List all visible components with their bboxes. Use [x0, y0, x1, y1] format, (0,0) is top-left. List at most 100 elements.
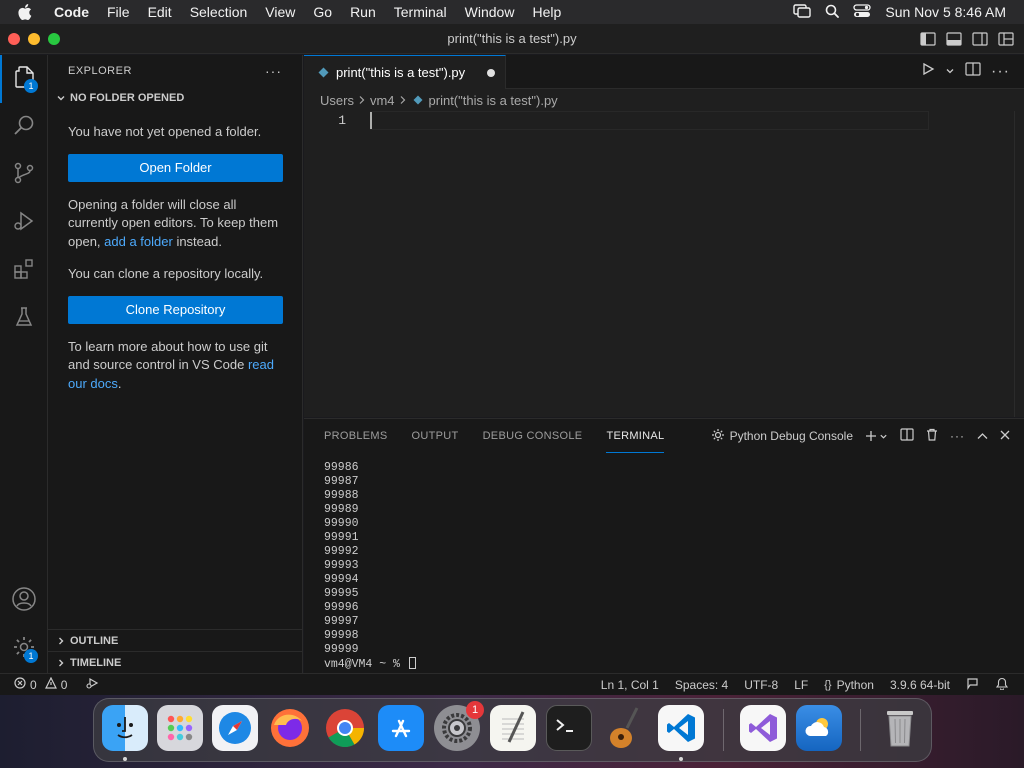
code-editor[interactable]: Users vm4 print("this is a test").py 1: [304, 89, 1024, 417]
indentation[interactable]: Spaces: 4: [675, 678, 728, 692]
launchpad-icon[interactable]: [157, 705, 203, 751]
control-center-icon[interactable]: [853, 3, 872, 21]
activity-source-control[interactable]: [0, 151, 48, 199]
run-options-chevron-icon[interactable]: [945, 63, 955, 81]
menu-edit[interactable]: Edit: [139, 4, 181, 20]
chrome-icon[interactable]: [322, 705, 368, 751]
tab-terminal[interactable]: TERMINAL: [606, 419, 665, 453]
timeline-title: TIMELINE: [70, 656, 122, 669]
no-folder-section-header[interactable]: NO FOLDER OPENED: [48, 87, 302, 109]
menu-terminal[interactable]: Terminal: [385, 4, 456, 20]
garageband-icon[interactable]: [602, 705, 648, 751]
terminal-app-icon[interactable]: [546, 705, 592, 751]
menu-go[interactable]: Go: [304, 4, 341, 20]
code-line[interactable]: 1: [304, 111, 929, 130]
warning-count: 0: [60, 677, 68, 692]
zoom-window-button[interactable]: [48, 32, 60, 45]
tab-problems[interactable]: PROBLEMS: [324, 419, 388, 453]
end-of-line[interactable]: LF: [794, 678, 808, 692]
more-actions-icon[interactable]: ···: [991, 63, 1010, 81]
cursor-position[interactable]: Ln 1, Col 1: [601, 678, 659, 692]
terminal-line: 99997: [324, 615, 359, 628]
file-encoding[interactable]: UTF-8: [744, 678, 778, 692]
close-window-button[interactable]: [8, 32, 20, 45]
error-count: 0: [30, 677, 37, 692]
more-actions-icon[interactable]: ···: [950, 429, 965, 443]
vscode-icon[interactable]: [658, 705, 704, 751]
breadcrumb-vm4[interactable]: vm4: [370, 93, 395, 108]
settings-update-badge: 1: [466, 701, 484, 719]
system-settings-icon[interactable]: 1: [434, 701, 484, 751]
minimize-window-button[interactable]: [28, 32, 40, 45]
outline-section-header[interactable]: OUTLINE: [48, 629, 303, 651]
tab-label: print("this is a test").py: [336, 65, 466, 80]
problems-status[interactable]: 0 0: [14, 676, 68, 692]
menu-window[interactable]: Window: [456, 4, 524, 20]
flask-icon: [12, 305, 36, 334]
toggle-panel-icon[interactable]: [946, 31, 962, 46]
python-interpreter[interactable]: 3.9.6 64-bit: [890, 678, 950, 692]
panel-tab-bar: PROBLEMS OUTPUT DEBUG CONSOLE TERMINAL P…: [304, 419, 1024, 453]
add-folder-link[interactable]: add a folder: [104, 234, 173, 249]
activity-testing[interactable]: [0, 295, 48, 343]
weather-icon[interactable]: [796, 705, 842, 751]
activity-run-debug[interactable]: [0, 199, 48, 247]
maximize-panel-icon[interactable]: [977, 429, 988, 443]
finder-icon[interactable]: [102, 705, 148, 751]
spotlight-search-icon[interactable]: [825, 4, 840, 21]
unsaved-dot-icon[interactable]: [487, 68, 495, 77]
menu-selection[interactable]: Selection: [181, 4, 257, 20]
debug-status-icon[interactable]: [85, 677, 99, 692]
toggle-primary-sidebar-icon[interactable]: [920, 31, 936, 46]
tab-debug-console[interactable]: DEBUG CONSOLE: [483, 419, 583, 453]
activity-extensions[interactable]: [0, 247, 48, 295]
terminal-output[interactable]: 99986 99987 99988 99989 99990 99991 99992 99993…: [324, 461, 416, 672]
safari-icon[interactable]: [212, 705, 258, 751]
activity-accounts[interactable]: [0, 577, 48, 625]
more-actions-icon[interactable]: ···: [265, 63, 282, 79]
terminal-prompt-line[interactable]: vm4@VM4 ~ %: [324, 657, 416, 672]
breadcrumb-file[interactable]: print("this is a test").py: [429, 93, 558, 108]
menu-help[interactable]: Help: [523, 4, 570, 20]
terminal-profile[interactable]: Python Debug Console: [711, 428, 853, 445]
activity-explorer[interactable]: 1: [0, 55, 48, 103]
apple-icon[interactable]: [0, 4, 50, 20]
trash-icon[interactable]: [926, 428, 938, 444]
editor-tab-active[interactable]: print("this is a test").py: [304, 55, 506, 89]
visual-studio-icon[interactable]: [740, 705, 786, 751]
clone-repository-button[interactable]: Clone Repository: [68, 295, 283, 324]
new-terminal-icon[interactable]: [865, 430, 888, 442]
split-editor-icon[interactable]: [965, 62, 981, 81]
outline-title: OUTLINE: [70, 634, 119, 647]
menubar-clock[interactable]: Sun Nov 5 8:46 AM: [885, 4, 1006, 20]
textedit-icon[interactable]: [490, 705, 536, 751]
menu-run[interactable]: Run: [341, 4, 385, 20]
tab-output[interactable]: OUTPUT: [412, 419, 459, 453]
menu-view[interactable]: View: [256, 4, 304, 20]
editor-vertical-scrollbar[interactable]: [1014, 111, 1024, 417]
timeline-section-header[interactable]: TIMELINE: [48, 651, 303, 673]
activity-search[interactable]: [0, 103, 48, 151]
breadcrumb-users[interactable]: Users: [320, 93, 354, 108]
terminal-line: 99990: [324, 517, 359, 530]
open-folder-button[interactable]: Open Folder: [68, 153, 283, 182]
customize-layout-icon[interactable]: [998, 31, 1014, 46]
app-store-icon[interactable]: [378, 705, 424, 751]
toggle-secondary-sidebar-icon[interactable]: [972, 31, 988, 46]
feedback-icon[interactable]: [966, 677, 980, 693]
language-mode[interactable]: {} Python: [824, 678, 874, 692]
menu-app-name[interactable]: Code: [50, 4, 98, 20]
activity-manage[interactable]: 1: [0, 625, 48, 673]
run-python-file-icon[interactable]: [921, 62, 935, 81]
bell-icon[interactable]: [995, 677, 1009, 693]
close-panel-icon[interactable]: [1000, 429, 1010, 443]
screen-mirroring-icon[interactable]: [793, 3, 812, 21]
split-terminal-icon[interactable]: [900, 428, 914, 444]
chevron-down-icon: [54, 93, 68, 103]
firefox-icon[interactable]: [267, 705, 313, 751]
trash-bin-icon[interactable]: [877, 705, 923, 751]
menu-file[interactable]: File: [98, 4, 139, 20]
extensions-icon: [12, 257, 36, 286]
terminal-line: 99994: [324, 573, 359, 586]
status-bar: 0 0 Ln 1, Col 1 Spaces: 4 UTF-8 LF {} Py…: [0, 673, 1024, 695]
